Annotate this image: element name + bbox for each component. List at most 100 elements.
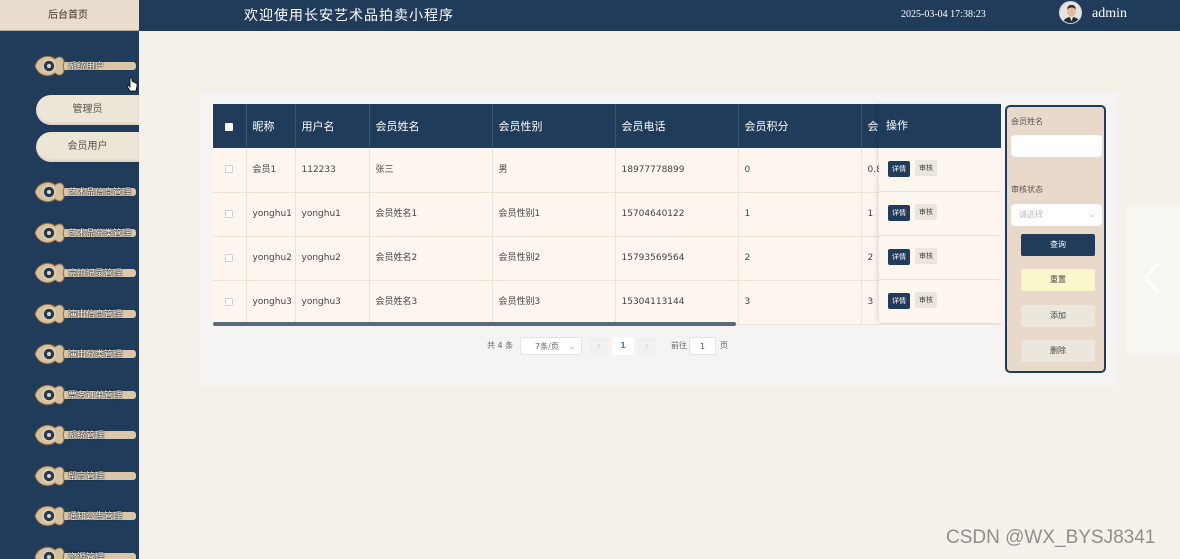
ornament-icon: [33, 260, 69, 289]
pagination-prev-button[interactable]: ‹: [590, 337, 608, 355]
pagination-next-button[interactable]: ›: [638, 337, 656, 355]
ops-row: 详情 审核: [879, 280, 1001, 324]
chevron-right-icon: ›: [645, 341, 649, 350]
ornament-icon: [33, 544, 69, 559]
cell-nickname: yonghu3: [246, 280, 296, 325]
ops-row: 详情 审核: [879, 192, 1001, 236]
cell-nickname: yonghu1: [246, 192, 296, 237]
reset-button[interactable]: 重置: [1021, 269, 1095, 291]
search-panel: 会员姓名 审核状态 请选择 ⌄ 查询 重置 添加 删除: [1005, 105, 1106, 373]
sidebar-item-label: 系统用户: [68, 62, 105, 72]
detail-button[interactable]: 详情: [888, 293, 910, 309]
row-checkbox[interactable]: [213, 192, 247, 237]
audit-status-select[interactable]: 请选择 ⌄: [1011, 204, 1102, 226]
sidebar-item[interactable]: 系统用户: [0, 50, 139, 80]
sidebar-item-label: 竞拍记录管理: [68, 269, 123, 279]
sidebar-item[interactable]: 演出分类管理: [0, 338, 139, 368]
cell-nickname: yonghu2: [246, 236, 296, 281]
cell-points: 1: [738, 192, 862, 237]
watermark: CSDN @WX_BYSJ8341: [946, 527, 1156, 548]
cell-name: 会员姓名2: [369, 236, 493, 281]
sidebar-item-label: 演出分类管理: [68, 350, 123, 360]
sidebar: 后台首页 系统用户艺术品信息管理艺术品分类管理竞拍记录管理 演出信息管理 演出分类管…: [0, 0, 139, 559]
ornament-icon: [33, 422, 69, 451]
sidebar-home[interactable]: 后台首页: [0, 0, 139, 31]
audit-button[interactable]: 审核: [915, 160, 937, 176]
sidebar-item[interactable]: 竞拍记录管理: [0, 257, 139, 287]
cell-phone: 15704640122: [615, 192, 739, 237]
ops-row: 详情 审核: [879, 236, 1001, 280]
ornament-icon: [33, 179, 69, 208]
col-header-member-points[interactable]: 会员积分: [738, 104, 862, 148]
avatar[interactable]: [1059, 1, 1082, 24]
row-checkbox[interactable]: [213, 280, 247, 325]
cell-username: yonghu2: [295, 236, 370, 281]
table-horizontal-scrollbar[interactable]: [213, 322, 736, 326]
cell-points: 0: [738, 148, 862, 193]
user-avatar-icon: [1060, 2, 1081, 23]
row-checkbox[interactable]: [213, 236, 247, 281]
sidebar-item[interactable]: 系统管理: [0, 419, 139, 449]
chevron-down-icon: ⌄: [1088, 210, 1095, 219]
sidebar-item[interactable]: 艺术品信息管理: [0, 176, 139, 206]
col-header-member-phone[interactable]: 会员电话: [615, 104, 739, 148]
sidebar-item[interactable]: 通知公告管理: [0, 500, 139, 530]
cell-nickname: 会员1: [246, 148, 296, 193]
delete-button[interactable]: 删除: [1021, 340, 1095, 362]
pagination-goto-label: 前往: [671, 341, 687, 350]
cell-phone: 15304113144: [615, 280, 739, 325]
add-button[interactable]: 添加: [1021, 305, 1095, 327]
detail-button[interactable]: 详情: [888, 249, 910, 265]
sidebar-item[interactable]: 演出信息管理: [0, 298, 139, 328]
sidebar-item-label: 演出信息管理: [68, 310, 123, 320]
col-header-username[interactable]: 用户名: [295, 104, 370, 148]
row-checkbox[interactable]: [213, 148, 247, 193]
sidebar-item[interactable]: 留言管理: [0, 460, 139, 490]
col-header-nickname[interactable]: 昵称: [246, 104, 296, 148]
pagination-total: 共 4 条: [487, 341, 514, 350]
mouse-cursor-icon: [127, 77, 138, 92]
header-datetime: 2025-03-04 17:38:23: [901, 9, 986, 20]
detail-button[interactable]: 详情: [888, 161, 910, 177]
cell-username: yonghu3: [295, 280, 370, 325]
sidebar-item[interactable]: 艺术品分类管理: [0, 217, 139, 247]
chevron-left-icon: ‹: [597, 341, 601, 350]
pagination-page-1[interactable]: 1: [612, 337, 634, 355]
ornament-icon: [33, 53, 69, 82]
audit-button[interactable]: 审核: [915, 292, 937, 308]
search-button[interactable]: 查询: [1021, 234, 1095, 256]
col-header-member-name[interactable]: 会员姓名: [369, 104, 493, 148]
page-title: 欢迎使用长安艺术品拍卖小程序: [244, 8, 454, 24]
sidebar-item-label: 资源管理: [68, 553, 105, 559]
audit-button[interactable]: 审核: [915, 204, 937, 220]
sidebar-subitem-member[interactable]: 会员用户: [36, 132, 139, 162]
sidebar-item-label: 票务订单管理: [68, 391, 123, 401]
sidebar-item[interactable]: 票务订单管理: [0, 379, 139, 409]
cell-gender: 男: [492, 148, 616, 193]
ornament-icon: [33, 220, 69, 249]
pagination-page-size-select[interactable]: 7条/页 ⌄: [520, 337, 582, 355]
member-name-input[interactable]: [1011, 135, 1102, 157]
ornament-icon: [33, 503, 69, 532]
pagination-goto-input[interactable]: 1: [689, 337, 716, 355]
cell-gender: 会员性别1: [492, 192, 616, 237]
detail-button[interactable]: 详情: [888, 205, 910, 221]
cell-gender: 会员性别2: [492, 236, 616, 281]
cell-name: 张三: [369, 148, 493, 193]
ornament-icon: [33, 301, 69, 330]
col-header-member-gender[interactable]: 会员性别: [492, 104, 616, 148]
page-size-value: 7条/页: [535, 342, 559, 351]
sidebar-item[interactable]: 资源管理: [0, 541, 139, 559]
header-username[interactable]: admin: [1092, 6, 1127, 22]
sidebar-item-label: 系统管理: [68, 431, 105, 441]
select-all-checkbox[interactable]: [213, 104, 247, 148]
ops-row: 详情 审核: [879, 148, 1001, 192]
sidebar-subitem-admin[interactable]: 管理员: [36, 95, 139, 125]
cell-name: 会员姓名1: [369, 192, 493, 237]
sidebar-item-label: 留言管理: [68, 472, 105, 482]
sidebar-item-label: 艺术品信息管理: [68, 188, 132, 198]
chevron-down-icon: ⌄: [568, 342, 575, 351]
chevron-left-icon: [1144, 262, 1160, 294]
audit-button[interactable]: 审核: [915, 248, 937, 264]
collapse-panel-button[interactable]: [1127, 205, 1180, 355]
